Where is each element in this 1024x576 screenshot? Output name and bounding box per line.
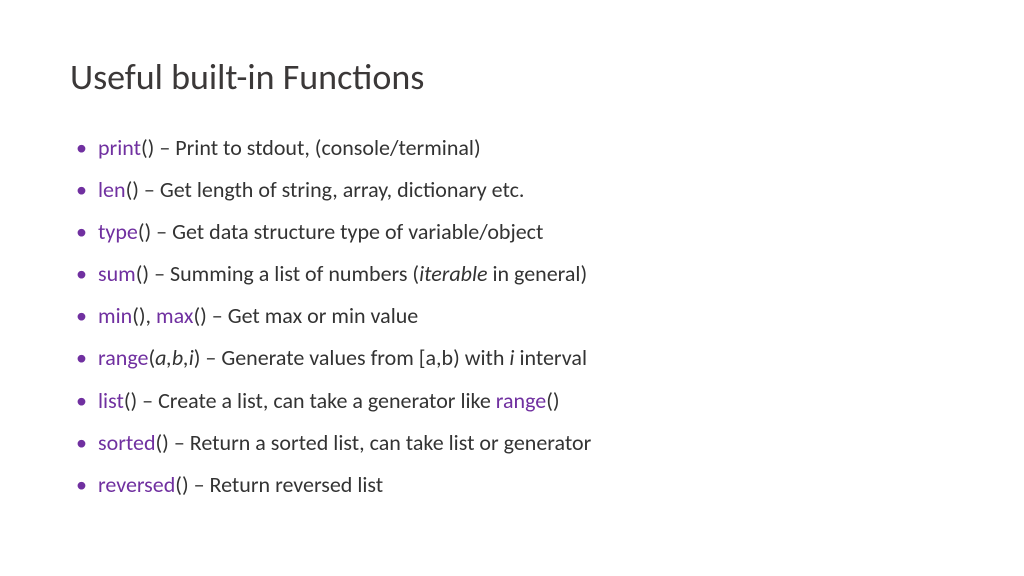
description: Return reversed list bbox=[210, 471, 384, 498]
function-args: () bbox=[136, 260, 149, 287]
separator: – bbox=[207, 302, 228, 329]
separator: – bbox=[149, 260, 170, 287]
description: Get max or min value bbox=[228, 302, 419, 329]
list-item: len() – Get length of string, array, dic… bbox=[70, 173, 954, 207]
function-args: () bbox=[175, 471, 188, 498]
description-post: () bbox=[546, 387, 559, 414]
function-args: () bbox=[138, 218, 151, 245]
description-pre: Create a list, can take a generator like bbox=[158, 387, 496, 414]
function-name: type bbox=[98, 218, 138, 245]
list-item: sum() – Summing a list of numbers (itera… bbox=[70, 257, 954, 291]
separator: – bbox=[189, 471, 210, 498]
bullet-list: print() – Print to stdout, (console/term… bbox=[70, 131, 954, 502]
description-post: interval bbox=[514, 344, 587, 371]
separator: – bbox=[169, 429, 190, 456]
list-item: sorted() – Return a sorted list, can tak… bbox=[70, 426, 954, 460]
description-post: in general) bbox=[488, 260, 588, 287]
description-pre: Summing a list of numbers ( bbox=[170, 260, 419, 287]
function-args-2: () bbox=[193, 302, 206, 329]
slide-title: Useful built-in Functions bbox=[70, 55, 954, 99]
function-args: () bbox=[126, 176, 139, 203]
function-args: () bbox=[156, 429, 169, 456]
function-name: sorted bbox=[98, 429, 156, 456]
function-name-2: max bbox=[156, 302, 193, 329]
list-item: list() – Create a list, can take a gener… bbox=[70, 384, 954, 418]
function-name: print bbox=[98, 134, 141, 161]
list-item: min(), max() – Get max or min value bbox=[70, 299, 954, 333]
italic-text: iterable bbox=[419, 260, 487, 287]
function-name: min bbox=[98, 302, 132, 329]
list-item: print() – Print to stdout, (console/term… bbox=[70, 131, 954, 165]
description: Print to stdout, (console/terminal) bbox=[175, 134, 480, 161]
function-args: () bbox=[124, 387, 137, 414]
function-name-inline: range bbox=[496, 387, 546, 414]
description: Get length of string, array, dictionary … bbox=[160, 176, 525, 203]
function-name: len bbox=[98, 176, 126, 203]
args-italic: a,b,i bbox=[155, 344, 194, 371]
function-args: () bbox=[141, 134, 154, 161]
function-name: sum bbox=[98, 260, 136, 287]
function-name: list bbox=[98, 387, 124, 414]
list-item: type() – Get data structure type of vari… bbox=[70, 215, 954, 249]
separator: – bbox=[154, 134, 175, 161]
separator: – bbox=[139, 176, 160, 203]
separator: – bbox=[151, 218, 172, 245]
list-item: range(a,b,i) – Generate values from [a,b… bbox=[70, 341, 954, 375]
function-name: reversed bbox=[98, 471, 175, 498]
separator: – bbox=[200, 344, 221, 371]
description: Get data structure type of variable/obje… bbox=[172, 218, 543, 245]
function-name: range bbox=[98, 344, 148, 371]
list-item: reversed() – Return reversed list bbox=[70, 468, 954, 502]
description: Return a sorted list, can take list or g… bbox=[190, 429, 592, 456]
function-args: (), bbox=[132, 302, 156, 329]
description-pre: Generate values from [a,b) with bbox=[221, 344, 509, 371]
separator: – bbox=[137, 387, 158, 414]
